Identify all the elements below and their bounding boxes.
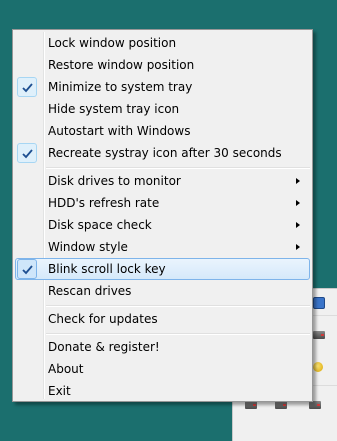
menu-item-label: Window style <box>48 240 128 254</box>
drive-icon <box>313 331 325 339</box>
menu-item-label: Recreate systray icon after 30 seconds <box>48 146 282 160</box>
menu-item-label: Restore window position <box>48 58 195 72</box>
submenu-arrow-icon <box>296 200 300 206</box>
menu-item-about[interactable]: About <box>15 358 310 380</box>
menu-item-donate-register[interactable]: Donate & register! <box>15 336 310 358</box>
menu-separator <box>46 167 310 169</box>
checkmark-icon <box>17 143 37 163</box>
checkmark-icon <box>17 259 37 279</box>
menu-separator <box>46 305 310 307</box>
submenu-arrow-icon <box>296 244 300 250</box>
menu-separator <box>46 333 310 335</box>
menu-item-label: Donate & register! <box>48 340 160 354</box>
menu-item-label: Minimize to system tray <box>48 80 193 94</box>
menu-item-minimize-to-tray[interactable]: Minimize to system tray <box>15 76 310 98</box>
context-menu: Lock window position Restore window posi… <box>12 29 313 402</box>
drive-icon <box>275 401 287 409</box>
menu-item-disk-space-check[interactable]: Disk space check <box>15 214 310 236</box>
yellow-app-icon <box>313 362 323 372</box>
menu-item-label: Lock window position <box>48 36 177 50</box>
menu-item-recreate-systray-icon[interactable]: Recreate systray icon after 30 seconds <box>15 142 310 164</box>
menu-item-label: Rescan drives <box>48 284 132 298</box>
menu-item-label: HDD's refresh rate <box>48 196 160 210</box>
menu-item-label: Blink scroll lock key <box>48 262 166 276</box>
menu-item-blink-scroll-lock[interactable]: Blink scroll lock key <box>15 258 310 280</box>
menu-item-disk-drives-to-monitor[interactable]: Disk drives to monitor <box>15 170 310 192</box>
menu-item-label: Disk drives to monitor <box>48 174 181 188</box>
menu-item-label: Disk space check <box>48 218 152 232</box>
menu-item-label: Exit <box>48 384 71 398</box>
menu-item-label: About <box>48 362 84 376</box>
menu-item-window-style[interactable]: Window style <box>15 236 310 258</box>
menu-item-exit[interactable]: Exit <box>15 380 310 402</box>
menu-item-label: Hide system tray icon <box>48 102 180 116</box>
blue-app-icon <box>313 297 325 309</box>
drive-icon <box>245 401 257 409</box>
menu-item-restore-window-position[interactable]: Restore window position <box>15 54 310 76</box>
submenu-arrow-icon <box>296 178 300 184</box>
submenu-arrow-icon <box>296 222 300 228</box>
menu-item-rescan-drives[interactable]: Rescan drives <box>15 280 310 302</box>
menu-item-label: Autostart with Windows <box>48 124 191 138</box>
menu-item-label: Check for updates <box>48 312 158 326</box>
checkmark-icon <box>17 77 37 97</box>
drive-icon <box>309 401 321 409</box>
menu-item-hdd-refresh-rate[interactable]: HDD's refresh rate <box>15 192 310 214</box>
menu-item-hide-tray-icon[interactable]: Hide system tray icon <box>15 98 310 120</box>
menu-item-lock-window-position[interactable]: Lock window position <box>15 32 310 54</box>
menu-item-autostart[interactable]: Autostart with Windows <box>15 120 310 142</box>
menu-item-check-for-updates[interactable]: Check for updates <box>15 308 310 330</box>
